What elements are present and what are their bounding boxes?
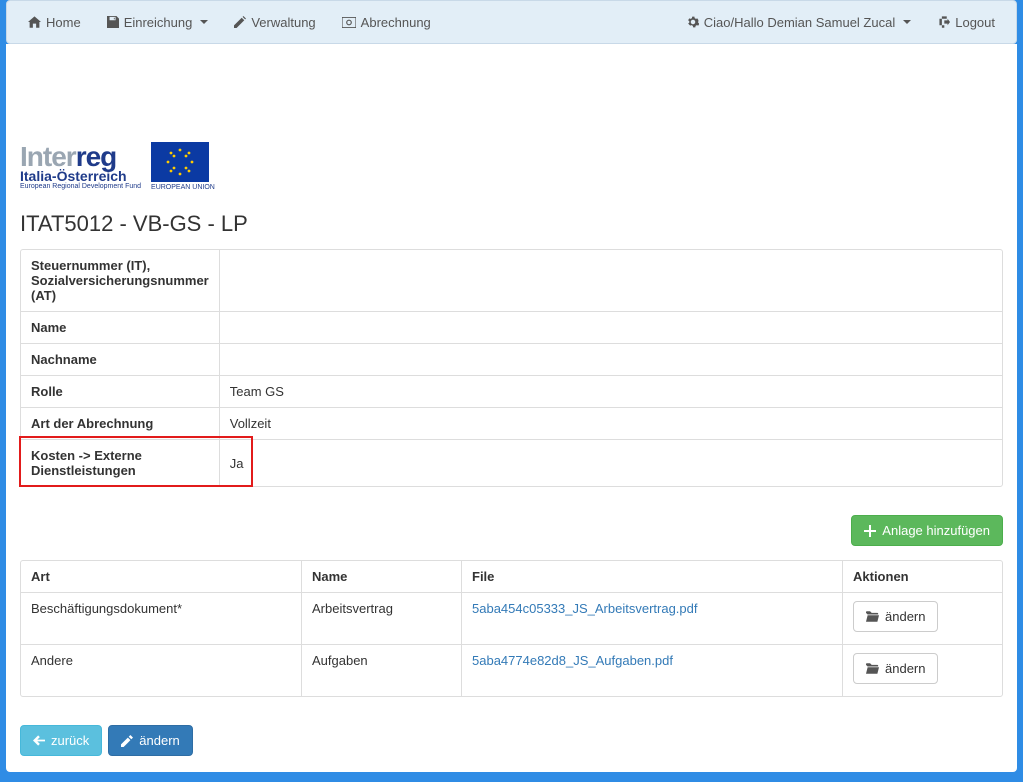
table-row: Andere Aufgaben 5aba4774e82d8_JS_Aufgabe…: [21, 644, 1002, 696]
info-label-name: Name: [21, 311, 220, 343]
back-label: zurück: [51, 733, 89, 748]
att-art: Andere: [21, 644, 301, 696]
info-value-role: Team GS: [220, 375, 1002, 407]
add-attachment-button[interactable]: Anlage hinzufügen: [851, 515, 1003, 546]
info-row-tax: Steuernummer (IT), Sozialversicherungsnu…: [21, 250, 1002, 311]
folder-open-icon: [866, 663, 879, 674]
nav-einreichung[interactable]: Einreichung: [94, 5, 222, 40]
chevron-down-icon: [200, 20, 208, 24]
nav-user-label: Ciao/Hallo Demian Samuel Zucal: [704, 15, 895, 30]
gear-icon: [687, 16, 699, 28]
add-attachment-label: Anlage hinzufügen: [882, 523, 990, 538]
home-icon: [28, 16, 41, 28]
info-label-tax: Steuernummer (IT), Sozialversicherungsnu…: [21, 250, 220, 311]
att-file-link[interactable]: 5aba4774e82d8_JS_Aufgaben.pdf: [472, 653, 673, 668]
info-label-surname: Nachname: [21, 343, 220, 375]
arrow-left-icon: [33, 735, 45, 746]
info-value-surname: [220, 343, 1002, 375]
info-value-billing: Vollzeit: [220, 407, 1002, 439]
edit-icon: [121, 735, 133, 747]
nav-verwaltung[interactable]: Verwaltung: [221, 5, 328, 40]
edit-attachment-button[interactable]: ändern: [853, 601, 938, 632]
folder-open-icon: [866, 611, 879, 622]
info-table: Steuernummer (IT), Sozialversicherungsnu…: [20, 249, 1003, 487]
edit-attachment-label: ändern: [885, 609, 925, 624]
logo-row: Interreg Italia-Österreich European Regi…: [6, 134, 1017, 201]
money-icon: [342, 17, 356, 28]
table-row: Beschäftigungsdokument* Arbeitsvertrag 5…: [21, 592, 1002, 644]
nav-user-menu[interactable]: Ciao/Hallo Demian Samuel Zucal: [674, 5, 924, 40]
nav-home[interactable]: Home: [15, 5, 94, 40]
att-name: Aufgaben: [301, 644, 461, 696]
top-navbar: Home Einreichung Verwaltung Abrechnung: [6, 0, 1017, 44]
pencil-icon: [234, 16, 246, 28]
info-label-billing: Art der Abrechnung: [21, 407, 220, 439]
plus-icon: [864, 525, 876, 537]
back-button[interactable]: zurück: [20, 725, 102, 756]
nav-logout-label: Logout: [955, 15, 995, 30]
nav-abrechnung[interactable]: Abrechnung: [329, 5, 444, 40]
footer-edit-button[interactable]: ändern: [108, 725, 192, 756]
info-label-role: Rolle: [21, 375, 220, 407]
info-row-surname: Nachname: [21, 343, 1002, 375]
att-header-name: Name: [301, 561, 461, 592]
att-file-link[interactable]: 5aba454c05333_JS_Arbeitsvertrag.pdf: [472, 601, 698, 616]
att-header-actions: Aktionen: [842, 561, 1002, 592]
nav-logout[interactable]: Logout: [924, 5, 1008, 40]
info-row-costs: Kosten -> Externe Dienstleistungen Ja: [21, 439, 1002, 486]
att-art: Beschäftigungsdokument*: [21, 592, 301, 644]
nav-abrechnung-label: Abrechnung: [361, 15, 431, 30]
logout-icon: [937, 16, 950, 28]
logo-subtitle: Italia-Österreich: [20, 169, 141, 183]
info-value-costs: Ja: [220, 439, 1002, 486]
nav-home-label: Home: [46, 15, 81, 30]
chevron-down-icon: [903, 20, 911, 24]
att-header-file: File: [461, 561, 842, 592]
eu-logo: EUROPEAN UNION: [151, 142, 215, 191]
logo-note: European Regional Development Fund: [20, 183, 141, 190]
header-mountains: [6, 44, 1017, 134]
att-name: Arbeitsvertrag: [301, 592, 461, 644]
info-value-tax: [220, 250, 1002, 311]
nav-verwaltung-label: Verwaltung: [251, 15, 315, 30]
page-title: ITAT5012 - VB-GS - LP: [6, 201, 1017, 249]
interreg-logo: Interreg Italia-Österreich European Regi…: [20, 143, 141, 190]
info-row-role: Rolle Team GS: [21, 375, 1002, 407]
save-icon: [107, 16, 119, 28]
edit-attachment-button[interactable]: ändern: [853, 653, 938, 684]
att-header-art: Art: [21, 561, 301, 592]
info-row-billing: Art der Abrechnung Vollzeit: [21, 407, 1002, 439]
attachments-table: Art Name File Aktionen Beschäftigungsdok…: [20, 560, 1003, 697]
eu-label: EUROPEAN UNION: [151, 184, 215, 191]
info-value-name: [220, 311, 1002, 343]
info-label-costs: Kosten -> Externe Dienstleistungen: [21, 439, 220, 486]
edit-attachment-label: ändern: [885, 661, 925, 676]
footer-edit-label: ändern: [139, 733, 179, 748]
info-row-name: Name: [21, 311, 1002, 343]
nav-einreichung-label: Einreichung: [124, 15, 193, 30]
main-panel: Interreg Italia-Österreich European Regi…: [6, 44, 1017, 772]
